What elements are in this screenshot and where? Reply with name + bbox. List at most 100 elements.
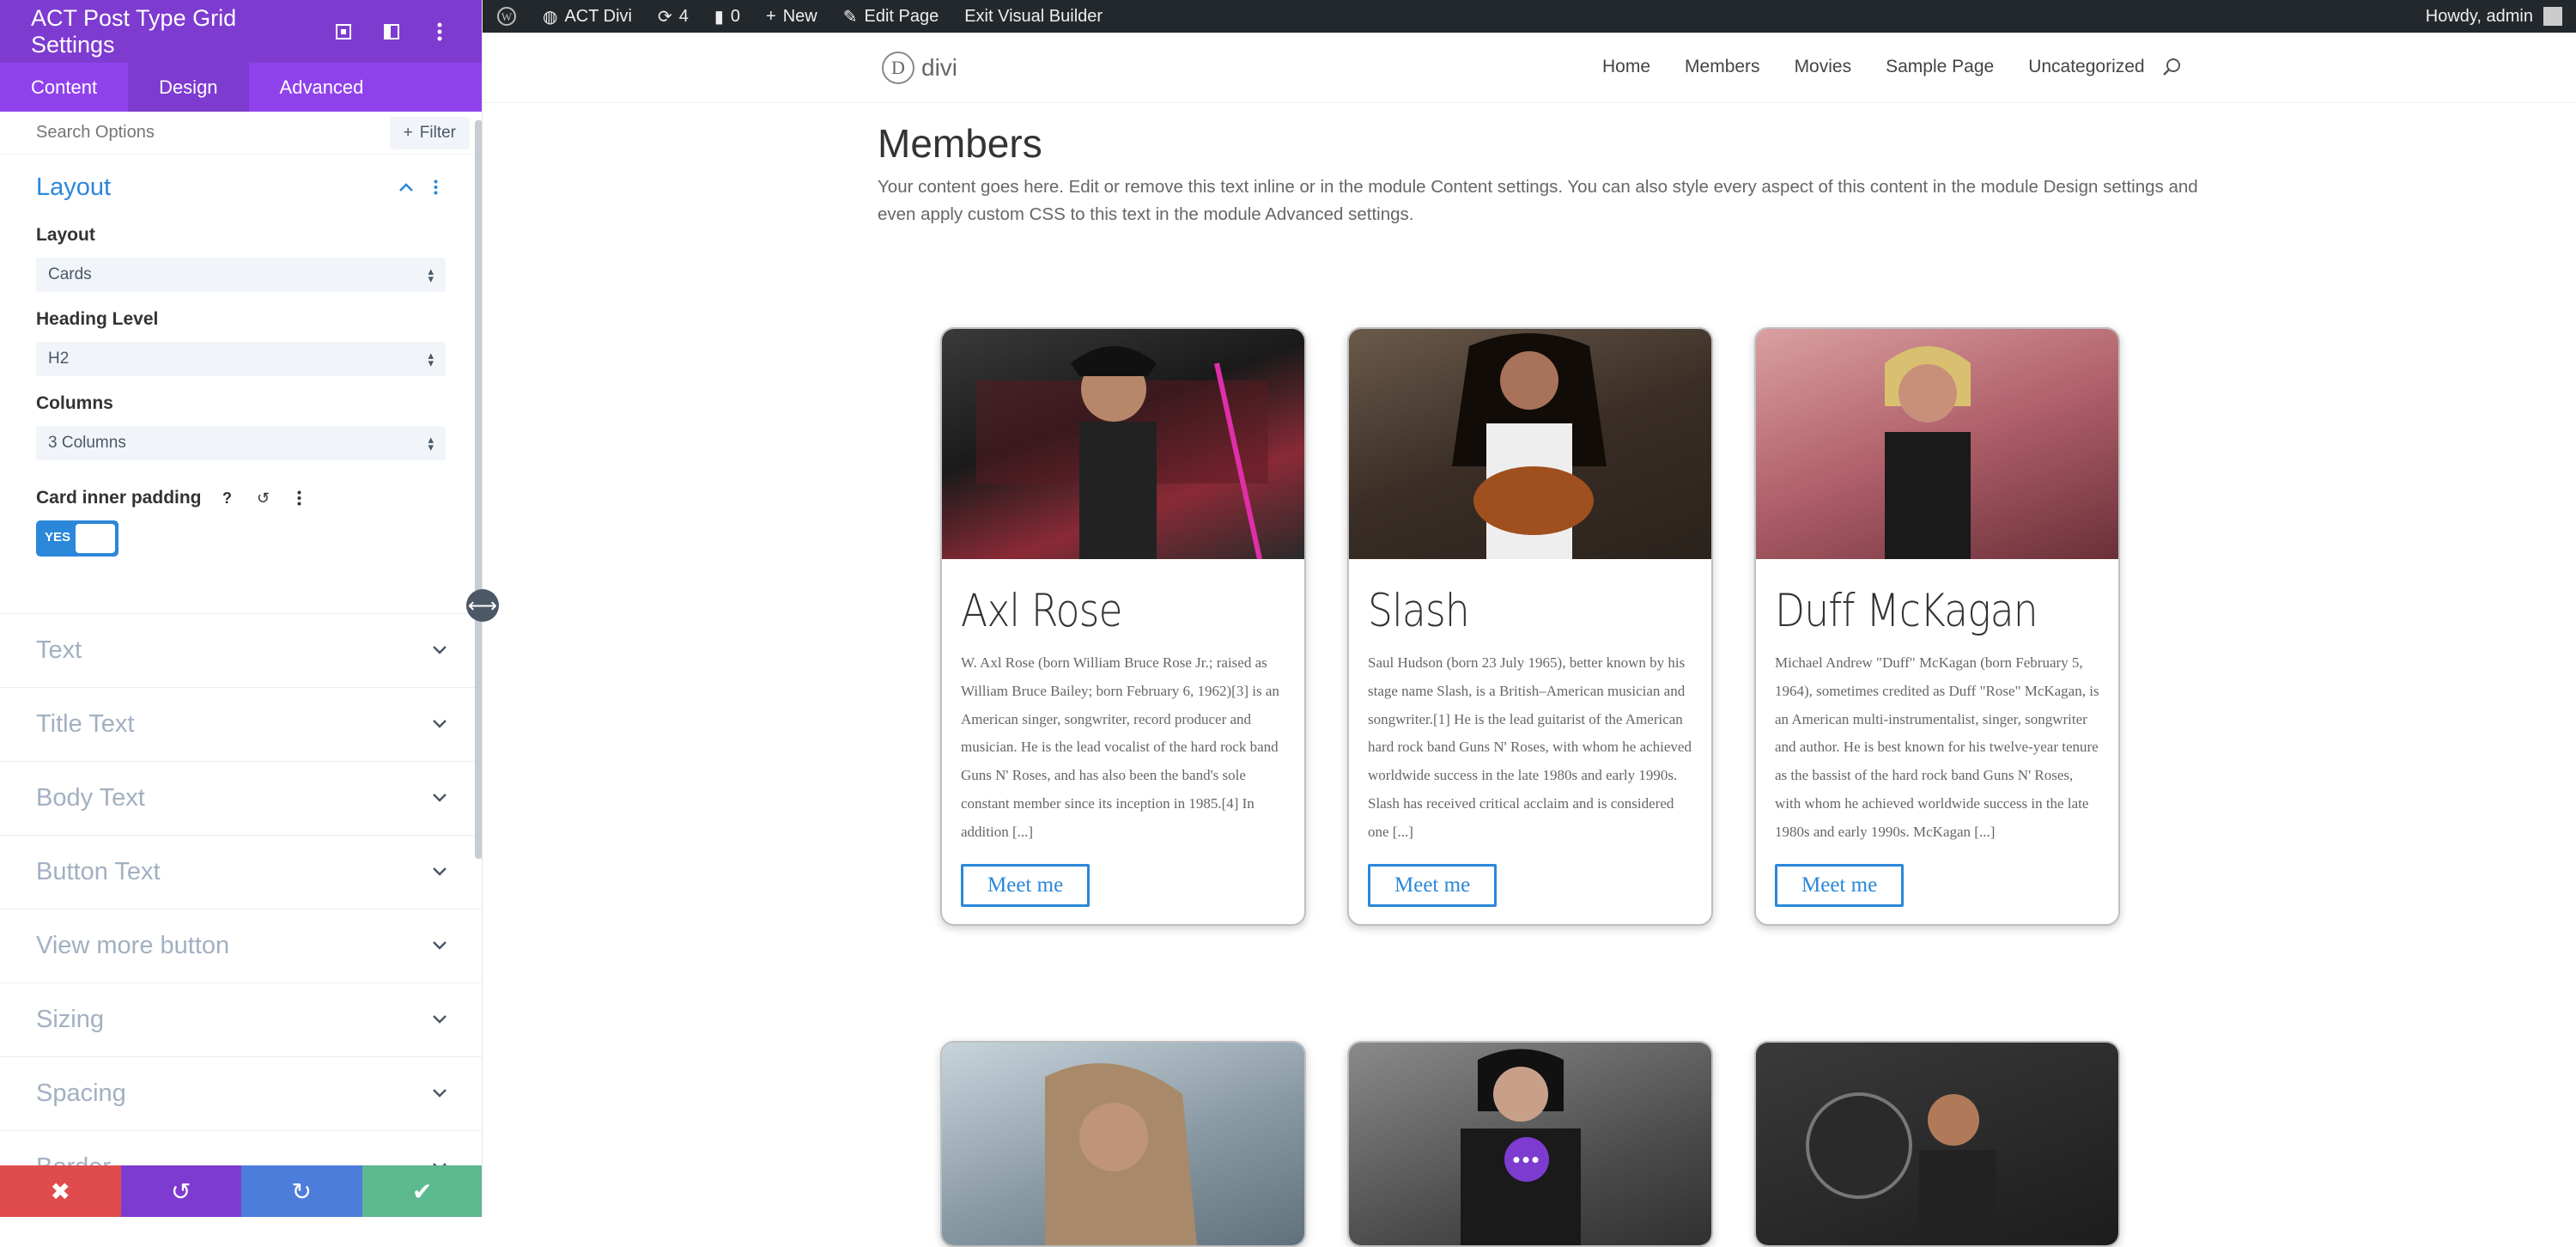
undo-button[interactable]: ↺: [120, 1165, 241, 1217]
panel-footer: ✖ ↺ ↻ ✔: [0, 1165, 482, 1217]
member-name[interactable]: Duff McKagan: [1775, 585, 2054, 637]
tab-advanced[interactable]: Advanced: [249, 63, 395, 112]
member-name[interactable]: Slash: [1368, 585, 1647, 637]
plus-icon: +: [766, 6, 776, 26]
tab-content[interactable]: Content: [0, 63, 128, 112]
meet-me-button[interactable]: Meet me: [1368, 863, 1498, 907]
site-name-link[interactable]: ◍ ACT Divi: [543, 6, 632, 27]
new-content-link[interactable]: + New: [766, 7, 817, 27]
discard-button[interactable]: ✖: [0, 1165, 121, 1217]
redo-button[interactable]: ↻: [241, 1165, 362, 1217]
nav-uncategorized[interactable]: Uncategorized: [2028, 57, 2144, 77]
columns-select[interactable]: 3 Columns ▴ ▾: [36, 426, 446, 460]
layout-group: Layout Layout Cards ▴ ▾ Heading Level H2 …: [0, 155, 482, 557]
filter-button[interactable]: + Filter: [389, 116, 470, 149]
chevron-down-icon: [433, 1013, 447, 1028]
settings-section[interactable]: Spacing: [0, 1056, 482, 1130]
main-nav: Home Members Movies Sample Page Uncatego…: [1602, 57, 2145, 77]
site-logo[interactable]: D divi: [882, 52, 957, 84]
edit-page-label: Edit Page: [864, 6, 939, 26]
page-intro: Your content goes here. Edit or remove t…: [878, 177, 2198, 224]
updates-icon: ⟳: [657, 7, 672, 27]
chevron-up-icon[interactable]: [396, 177, 416, 198]
updates-link[interactable]: ⟳ 4: [658, 6, 689, 27]
help-icon[interactable]: ?: [217, 488, 238, 508]
card-padding-label: Card inner padding: [36, 488, 202, 508]
layout-group-title: Layout: [36, 173, 112, 201]
member-photo[interactable]: [1756, 329, 2118, 559]
settings-section[interactable]: Title Text: [0, 687, 482, 761]
save-button[interactable]: ✔: [361, 1165, 482, 1217]
builder-more-button[interactable]: •••: [1504, 1137, 1549, 1182]
admin-bar: W ◍ ACT Divi ⟳ 4 ▮ 0 + New ✎ Edit Page E…: [483, 0, 2576, 33]
member-photo[interactable]: [942, 329, 1304, 559]
nav-sample-page[interactable]: Sample Page: [1886, 57, 1994, 77]
settings-section[interactable]: View more button: [0, 909, 482, 982]
wordpress-logo-icon[interactable]: W: [496, 6, 517, 27]
nav-members[interactable]: Members: [1685, 57, 1760, 77]
exit-visual-builder-link[interactable]: Exit Visual Builder: [964, 7, 1103, 27]
group-more-icon[interactable]: [425, 177, 446, 198]
logo-text: divi: [921, 54, 958, 81]
comments-link[interactable]: ▮ 0: [714, 6, 740, 27]
resize-handle-icon[interactable]: ⟷: [466, 589, 499, 622]
search-options-input[interactable]: [36, 123, 390, 143]
field-more-icon[interactable]: [289, 488, 310, 508]
pencil-icon: ✎: [842, 7, 858, 27]
member-name[interactable]: Axl Rose: [961, 585, 1240, 637]
chevron-down-icon: [433, 865, 447, 880]
reset-icon[interactable]: ↺: [253, 488, 274, 508]
search-icon[interactable]: [2161, 57, 2182, 83]
select-arrows-icon: ▴ ▾: [428, 265, 434, 285]
updates-count: 4: [678, 6, 689, 26]
greeting: Howdy, admin: [2425, 6, 2533, 26]
card-padding-toggle[interactable]: YES: [36, 520, 118, 557]
member-card: [1754, 1041, 2120, 1247]
settings-section[interactable]: Text: [0, 613, 482, 687]
columns-label: Columns: [36, 393, 113, 413]
toggle-label: YES: [45, 530, 71, 544]
member-photo[interactable]: [1349, 329, 1711, 559]
section-title: Spacing: [36, 1080, 126, 1107]
section-title: Text: [36, 636, 82, 664]
settings-sections: Text Title Text Body Text Button Text View m…: [0, 613, 482, 1204]
edit-page-link[interactable]: ✎ Edit Page: [843, 6, 939, 27]
settings-section[interactable]: Sizing: [0, 982, 482, 1056]
chevron-down-icon: [433, 717, 447, 733]
layout-select[interactable]: Cards ▴ ▾: [36, 258, 446, 292]
select-arrows-icon: ▴ ▾: [428, 433, 434, 453]
member-photo[interactable]: [942, 1043, 1304, 1245]
heading-level-select[interactable]: H2 ▴ ▾: [36, 342, 446, 376]
panel-scrollbar[interactable]: [475, 120, 482, 859]
member-card: [940, 1041, 1306, 1247]
site-name: ACT Divi: [564, 6, 632, 26]
layout-select-value: Cards: [48, 265, 92, 283]
chevron-down-icon: [433, 643, 447, 659]
filter-label: Filter: [419, 123, 456, 142]
settings-section[interactable]: Body Text: [0, 761, 482, 835]
member-card: Axl Rose W. Axl Rose (born William Bruce…: [940, 327, 1306, 926]
account-menu[interactable]: Howdy, admin: [2426, 7, 2562, 27]
member-excerpt: W. Axl Rose (born William Bruce Rose Jr.…: [961, 654, 1279, 840]
tab-design[interactable]: Design: [128, 63, 249, 112]
member-photo[interactable]: [1756, 1043, 2118, 1245]
expand-icon[interactable]: [332, 21, 355, 43]
nav-home[interactable]: Home: [1602, 57, 1650, 77]
panel-title: ACT Post Type Grid Settings: [31, 4, 237, 58]
search-row: + Filter: [0, 112, 482, 155]
layout-field-label: Layout: [36, 225, 95, 245]
comment-icon: ▮: [714, 7, 724, 27]
nav-movies[interactable]: Movies: [1795, 57, 1852, 77]
member-card: Slash Saul Hudson (born 23 July 1965), b…: [1347, 327, 1713, 926]
more-options-icon[interactable]: [428, 21, 451, 43]
layout-group-header[interactable]: Layout: [36, 155, 446, 220]
site-header: D divi Home Members Movies Sample Page U…: [483, 33, 2576, 102]
avatar: [2543, 7, 2562, 26]
section-title: Sizing: [36, 1006, 104, 1033]
meet-me-button[interactable]: Meet me: [1775, 863, 1905, 907]
settings-section[interactable]: Button Text: [0, 835, 482, 909]
meet-me-button[interactable]: Meet me: [961, 863, 1091, 907]
member-excerpt: Michael Andrew "Duff" McKagan (born Febr…: [1775, 654, 2099, 840]
section-title: Body Text: [36, 784, 145, 812]
split-view-icon[interactable]: [380, 21, 403, 43]
